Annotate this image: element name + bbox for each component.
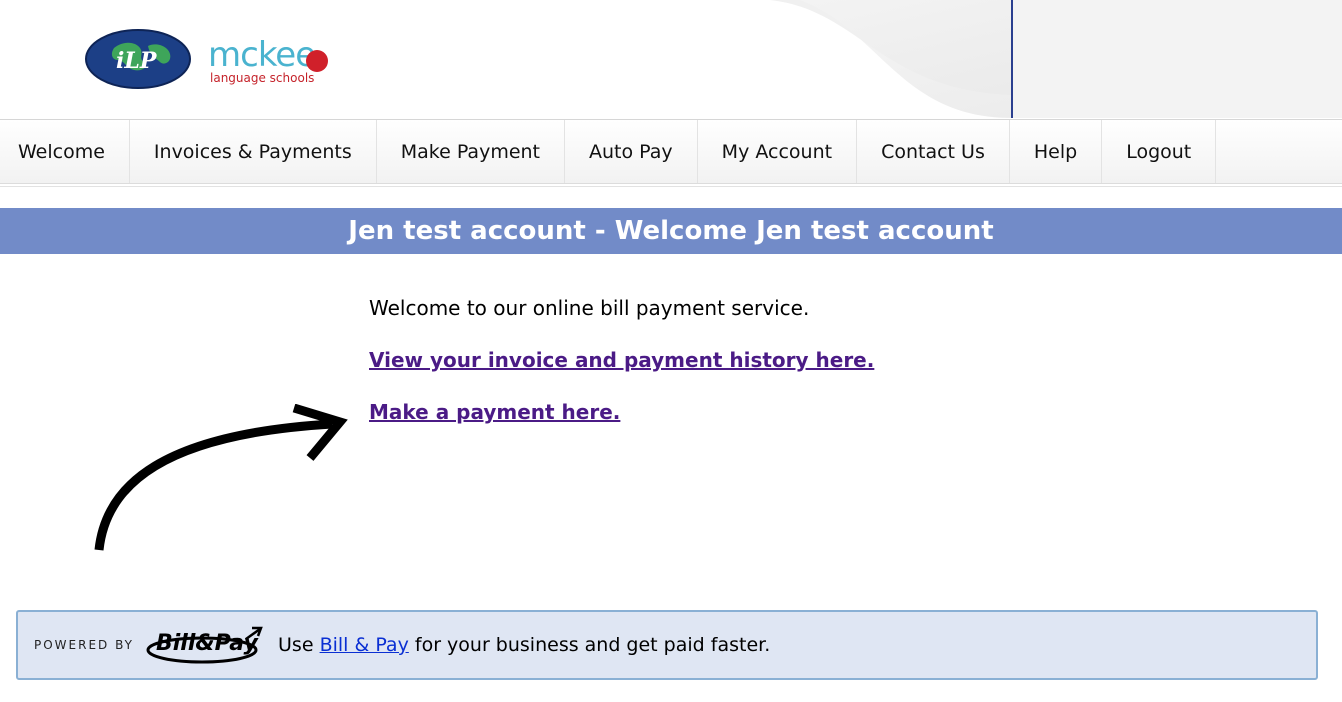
- main-content: Welcome to our online bill payment servi…: [369, 292, 1269, 428]
- logo-mckee: mckee language schools: [204, 26, 344, 90]
- nav-item-make-payment[interactable]: Make Payment: [377, 120, 566, 183]
- nav-item-help[interactable]: Help: [1010, 120, 1103, 183]
- header-swoosh: [770, 0, 1342, 118]
- nav-item-auto-pay[interactable]: Auto Pay: [565, 120, 698, 183]
- welcome-text: Welcome to our online bill payment servi…: [369, 296, 810, 320]
- page: iLP mckee language schools Welcome Invoi…: [0, 0, 1342, 702]
- logo-mckee-word: mckee: [208, 35, 316, 75]
- powered-by-label: POWERED BY: [34, 638, 135, 652]
- title-bar: Jen test account - Welcome Jen test acco…: [0, 208, 1342, 254]
- billpay-logo: Bill&Pay: [146, 626, 263, 664]
- logo-mckee-subtitle: language schools: [210, 71, 315, 85]
- invoice-history-link[interactable]: View your invoice and payment history he…: [369, 344, 1269, 376]
- header-divider: [1011, 0, 1013, 118]
- logo-ilp-text: iLP: [116, 48, 158, 74]
- nav-item-contact-us[interactable]: Contact Us: [857, 120, 1010, 183]
- logo-mckee-badge: [306, 50, 328, 72]
- nav-item-welcome[interactable]: Welcome: [0, 120, 130, 183]
- footer-text-suffix: for your business and get paid faster.: [414, 634, 771, 656]
- billpay-logo-text: Bill&Pay: [156, 631, 259, 656]
- nav-item-invoices-payments[interactable]: Invoices & Payments: [130, 120, 377, 183]
- billpay-link[interactable]: Bill & Pay: [320, 634, 409, 656]
- nav-underline: [0, 186, 1342, 187]
- nav-item-logout[interactable]: Logout: [1102, 120, 1217, 183]
- footer-banner: POWERED BY Bill&Pay Use Bill & Pay for y…: [16, 610, 1318, 680]
- logo-ilp: iLP: [85, 29, 191, 89]
- header: iLP mckee language schools: [0, 0, 1342, 118]
- page-title: Jen test account - Welcome Jen test acco…: [348, 216, 994, 246]
- nav-item-my-account[interactable]: My Account: [698, 120, 858, 183]
- footer-text-prefix: Use: [278, 634, 314, 656]
- curved-arrow-icon: [94, 404, 348, 551]
- footer-text: Use Bill & Pay for your business and get…: [278, 634, 770, 656]
- make-payment-link[interactable]: Make a payment here.: [369, 396, 1269, 428]
- main-nav: Welcome Invoices & Payments Make Payment…: [0, 119, 1342, 184]
